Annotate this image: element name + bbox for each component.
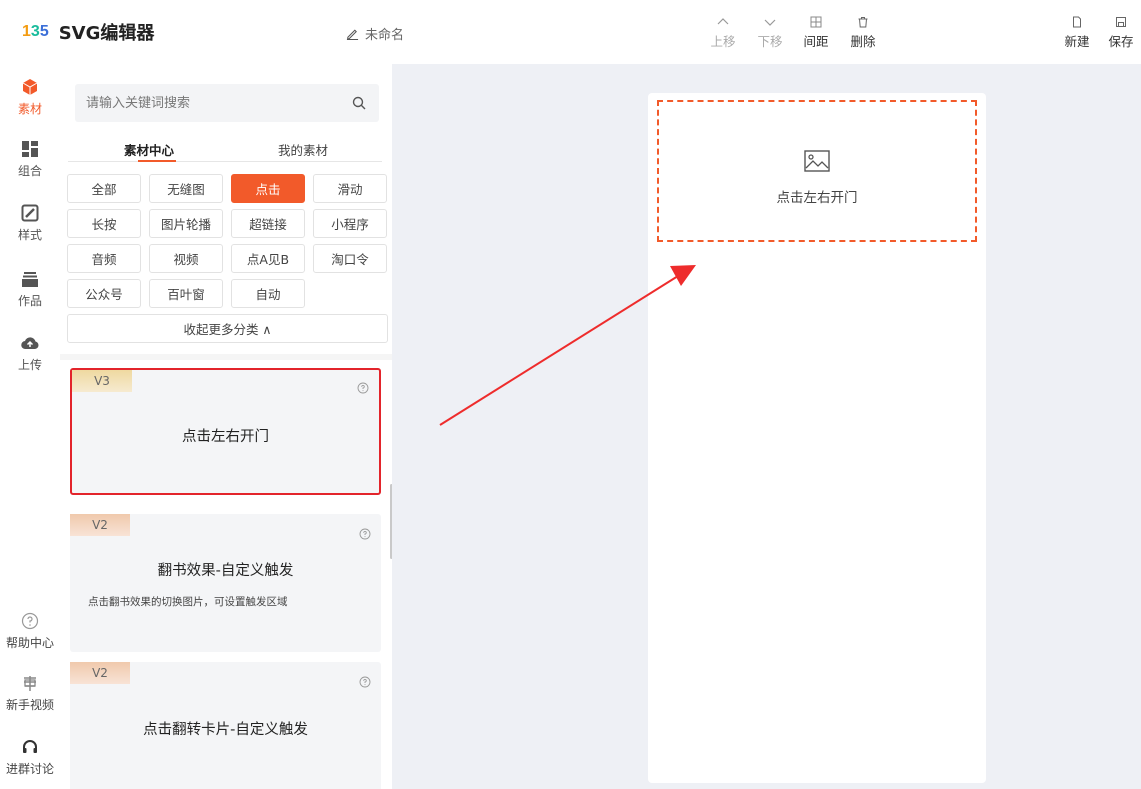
new-label: 新建: [1064, 34, 1090, 49]
left-rail: 素材 组合 样式 作品 上传 帮助中心 新手视频 进群讨论: [0, 64, 60, 789]
move-down-label: 下移: [757, 34, 783, 49]
material-list: V3 点击左右开门 V2 翻书效果-自定义触发 点击翻书效果的切换图片，可设置触…: [60, 354, 392, 789]
version-badge: V2: [70, 514, 130, 536]
app-logo: 135 SVG编辑器: [22, 20, 154, 44]
file-icon: [1073, 16, 1081, 28]
save-button[interactable]: 保存: [1103, 16, 1139, 50]
chevron-down-icon: [764, 19, 776, 26]
category-mini-program[interactable]: 小程序: [313, 209, 387, 238]
app-title: SVG编辑器: [58, 23, 155, 44]
logo-mark: 135: [22, 23, 49, 40]
category-carousel[interactable]: 图片轮播: [149, 209, 223, 238]
cloud-upload-icon: [21, 337, 39, 350]
rail-material-label: 素材: [17, 102, 42, 116]
layout-icon: [22, 141, 38, 157]
list-divider: [60, 354, 392, 360]
material-tabs: 素材中心 我的素材: [68, 134, 382, 162]
rail-works-label: 作品: [17, 294, 42, 308]
trash-icon: [858, 17, 868, 28]
question-icon[interactable]: [359, 528, 371, 540]
rail-upload-label: 上传: [17, 358, 42, 372]
material-card-door[interactable]: V3 点击左右开门: [70, 368, 381, 495]
search-box: [75, 84, 379, 122]
move-down-button[interactable]: 下移: [752, 16, 788, 50]
search-input[interactable]: [75, 84, 345, 122]
category-taobao-code[interactable]: 淘口令: [313, 244, 387, 273]
card-title: 点击左右开门: [182, 429, 269, 445]
category-click-a-see-b[interactable]: 点A见B: [231, 244, 305, 273]
chevron-up-icon: [717, 18, 729, 25]
rail-style-label: 样式: [17, 228, 42, 242]
version-badge: V3: [72, 370, 132, 392]
placeholder-label: 点击左右开门: [776, 190, 858, 206]
material-panel: 素材中心 我的素材 全部 无缝图 点击 滑动 长按 图片轮播 超链接 小程序 音…: [60, 64, 393, 789]
rail-item-material[interactable]: 素材: [0, 78, 60, 117]
spacing-button[interactable]: 间距: [798, 16, 834, 50]
material-card-flip-card[interactable]: V2 点击翻转卡片-自定义触发: [70, 662, 381, 789]
rail-item-tutorial[interactable]: 新手视频: [0, 674, 60, 713]
rail-item-combo[interactable]: 组合: [0, 140, 60, 179]
tab-material-center[interactable]: 素材中心: [124, 140, 174, 159]
stack-icon: [22, 272, 38, 287]
move-up-button[interactable]: 上移: [705, 16, 741, 50]
rail-item-style[interactable]: 样式: [0, 204, 60, 243]
delete-button[interactable]: 删除: [845, 16, 881, 50]
category-blinds[interactable]: 百叶窗: [149, 279, 223, 308]
rail-tutorial-label: 新手视频: [5, 698, 54, 712]
rail-help-label: 帮助中心: [5, 636, 54, 650]
save-label: 保存: [1108, 34, 1134, 49]
category-slide[interactable]: 滑动: [313, 174, 387, 203]
category-hyperlink[interactable]: 超链接: [231, 209, 305, 238]
category-auto[interactable]: 自动: [231, 279, 305, 308]
move-up-label: 上移: [710, 34, 736, 49]
card-title: 点击翻转卡片-自定义触发: [143, 722, 308, 738]
rail-item-group[interactable]: 进群讨论: [0, 738, 60, 777]
rail-item-help[interactable]: 帮助中心: [0, 612, 60, 651]
category-long-press[interactable]: 长按: [67, 209, 141, 238]
category-video[interactable]: 视频: [149, 244, 223, 273]
card-description: 点击翻书效果的切换图片，可设置触发区域: [88, 596, 288, 608]
document-name-label: 未命名: [365, 28, 405, 43]
version-badge: V2: [70, 662, 130, 684]
tab-my-material[interactable]: 我的素材: [278, 140, 328, 159]
collapse-categories-button[interactable]: 收起更多分类 ∧: [67, 314, 388, 343]
question-icon[interactable]: [357, 382, 369, 394]
pencil-icon: [346, 29, 359, 40]
headset-icon: [23, 740, 37, 753]
category-seamless[interactable]: 无缝图: [149, 174, 223, 203]
rail-item-upload[interactable]: 上传: [0, 334, 60, 373]
card-title: 翻书效果-自定义触发: [157, 563, 294, 579]
spacing-label: 间距: [803, 34, 829, 49]
search-icon[interactable]: [352, 96, 366, 110]
document-name[interactable]: 未命名: [346, 24, 404, 43]
rail-item-works[interactable]: 作品: [0, 270, 60, 309]
material-card-flipbook[interactable]: V2 翻书效果-自定义触发 点击翻书效果的切换图片，可设置触发区域: [70, 514, 381, 652]
delete-label: 删除: [850, 34, 876, 49]
category-all[interactable]: 全部: [67, 174, 141, 203]
top-bar: 135 SVG编辑器 未命名 上移 下移 间距 删除 新建 保存: [0, 0, 1141, 64]
rail-group-label: 进群讨论: [5, 762, 54, 776]
tab-underline: [138, 160, 176, 162]
category-click[interactable]: 点击: [231, 174, 305, 203]
rail-combo-label: 组合: [17, 164, 42, 178]
style-icon: [21, 204, 39, 222]
category-audio[interactable]: 音频: [67, 244, 141, 273]
question-icon: [21, 612, 39, 630]
save-icon: [1116, 17, 1126, 27]
cube-icon: [22, 79, 38, 95]
video-icon: [24, 676, 36, 691]
category-official-account[interactable]: 公众号: [67, 279, 141, 308]
image-placeholder[interactable]: 点击左右开门: [657, 100, 977, 242]
grid-icon: [810, 16, 822, 28]
question-icon[interactable]: [359, 676, 371, 688]
image-icon: [804, 150, 830, 172]
new-button[interactable]: 新建: [1059, 16, 1095, 50]
